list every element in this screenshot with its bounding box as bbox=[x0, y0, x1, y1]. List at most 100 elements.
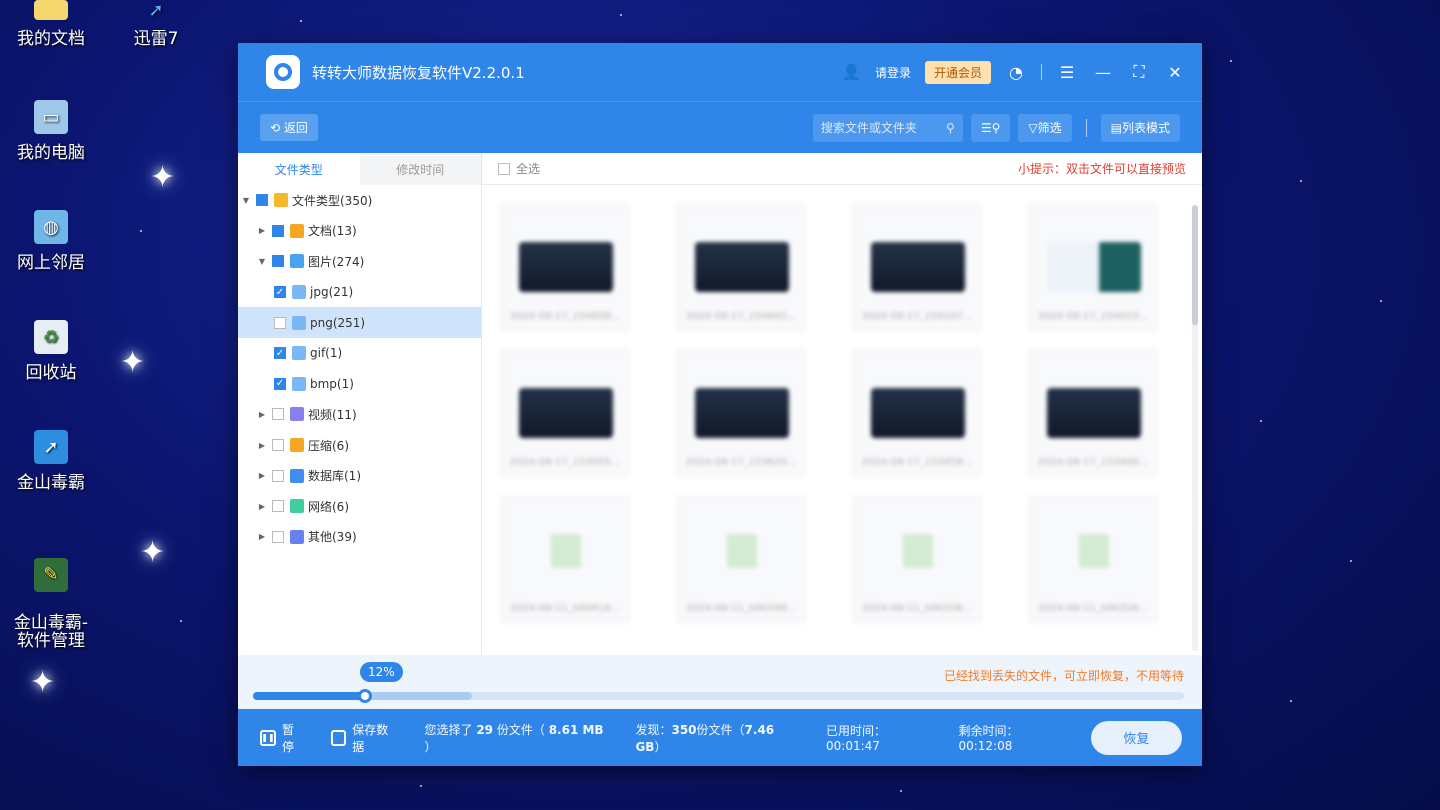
sparkle-icon: ✦ bbox=[120, 345, 146, 380]
close-icon[interactable]: ✕ bbox=[1164, 63, 1186, 82]
tab-file-type[interactable]: 文件类型 bbox=[238, 153, 360, 185]
select-all-checkbox[interactable] bbox=[498, 162, 510, 175]
collapse-arrow-icon[interactable]: ▶ bbox=[256, 471, 268, 480]
support-chat-icon[interactable]: ◔ bbox=[1005, 63, 1027, 82]
desktop-icon-network[interactable]: ◍ 网上邻居 bbox=[1, 210, 101, 273]
save-data-button[interactable]: 保存数据 bbox=[330, 721, 399, 755]
file-name: 2024-09-11_040326... bbox=[1037, 603, 1149, 614]
filter-button[interactable]: ▽ 筛选 bbox=[1018, 113, 1072, 142]
tree-item-checkbox[interactable]: ✓ bbox=[274, 286, 286, 299]
collapse-arrow-icon[interactable]: ▶ bbox=[256, 226, 268, 235]
recover-button[interactable]: 恢复 bbox=[1090, 720, 1182, 755]
collapse-arrow-icon[interactable]: ▶ bbox=[256, 441, 268, 450]
file-card[interactable]: 2024-09-17_153620... bbox=[676, 349, 806, 477]
back-button[interactable]: ⟲ 返回 bbox=[260, 114, 318, 141]
tree-item[interactable]: ✓ bmp(1) bbox=[238, 369, 481, 400]
file-card[interactable]: 2024-09-17_153400... bbox=[1028, 349, 1158, 477]
file-type-icon bbox=[290, 529, 304, 544]
desktop-icon-label: 网上邻居 bbox=[17, 253, 85, 273]
scrollbar-thumb[interactable] bbox=[1192, 205, 1198, 325]
tree-item-checkbox[interactable] bbox=[272, 530, 284, 543]
tree-item-label: 文档(13) bbox=[308, 224, 357, 239]
file-card[interactable]: 2024-09-11_040326... bbox=[1028, 495, 1158, 623]
file-name: 2024-09-17_153400... bbox=[1037, 457, 1149, 468]
file-card[interactable]: 2024-09-17_153955... bbox=[500, 349, 630, 477]
search-icon[interactable]: ⚲ bbox=[946, 121, 955, 135]
expand-arrow-icon[interactable]: ▼ bbox=[240, 196, 252, 205]
file-name: 2024-09-17_154107... bbox=[861, 311, 973, 322]
tree-item-checkbox[interactable] bbox=[272, 439, 284, 452]
scrollbar[interactable] bbox=[1192, 205, 1198, 651]
tree-item[interactable]: ▶ 视频(11) bbox=[238, 399, 481, 430]
tree-item-checkbox[interactable] bbox=[274, 316, 286, 329]
tree-item-checkbox[interactable] bbox=[272, 500, 284, 513]
desktop-icon-my-documents[interactable]: 我的文档 bbox=[1, 0, 101, 49]
file-card[interactable]: 2024-09-17_154023... bbox=[1028, 203, 1158, 331]
tree-item[interactable]: ▶ 网络(6) bbox=[238, 491, 481, 522]
login-link[interactable]: 请登录 bbox=[875, 64, 911, 81]
search-input[interactable]: 搜索文件或文件夹 ⚲ bbox=[812, 113, 963, 142]
collapse-arrow-icon[interactable]: ▶ bbox=[256, 532, 268, 541]
view-mode-button[interactable]: ▤ 列表模式 bbox=[1100, 113, 1180, 142]
file-thumbnail bbox=[519, 388, 613, 438]
vip-button[interactable]: 开通会员 bbox=[924, 60, 991, 84]
file-card[interactable]: 2024-09-17_153458... bbox=[852, 349, 982, 477]
file-name: 2024-09-11_040336... bbox=[861, 603, 973, 614]
sparkle-icon: ✦ bbox=[150, 160, 176, 195]
desktop-icon-my-computer[interactable]: ▭ 我的电脑 bbox=[1, 100, 101, 163]
desktop-icon-recycle-bin[interactable]: ♻ 回收站 bbox=[1, 320, 101, 383]
save-icon bbox=[330, 729, 347, 746]
file-thumbnail bbox=[695, 388, 789, 438]
desktop-icon-kingsoft-manager[interactable]: ✎ 金山毒霸- 软件管理 bbox=[1, 540, 101, 668]
status-bar: ❚❚ 暂停 保存数据 您选择了 29 份文件（ 8.61 MB ） 发现：350… bbox=[238, 709, 1202, 766]
tree-item-checkbox[interactable] bbox=[272, 255, 284, 268]
tree-item-checkbox[interactable] bbox=[272, 224, 284, 237]
tree-item[interactable]: ▶ 数据库(1) bbox=[238, 460, 481, 491]
file-thumbnail bbox=[727, 534, 757, 568]
advanced-search-button[interactable]: ☰⚲ bbox=[970, 113, 1011, 142]
file-thumbnail bbox=[1079, 534, 1109, 568]
maximize-icon[interactable]: ⛶ bbox=[1128, 62, 1150, 82]
file-type-icon bbox=[290, 499, 304, 514]
pause-button[interactable]: ❚❚ 暂停 bbox=[260, 721, 305, 755]
file-thumbnail bbox=[519, 242, 613, 292]
tree-item-checkbox[interactable] bbox=[256, 194, 268, 207]
file-card[interactable]: 2024-09-11_040336... bbox=[852, 495, 982, 623]
tree-item-checkbox[interactable]: ✓ bbox=[274, 377, 286, 390]
collapse-arrow-icon[interactable]: ▶ bbox=[256, 410, 268, 419]
file-type-icon bbox=[290, 223, 304, 238]
tree-item[interactable]: ✓ jpg(21) bbox=[238, 277, 481, 308]
computer-icon: ▭ bbox=[34, 100, 68, 134]
tree-item[interactable]: ▶ 压缩(6) bbox=[238, 430, 481, 461]
expand-arrow-icon[interactable]: ▼ bbox=[256, 257, 268, 266]
desktop-icon-xunlei[interactable]: ➚ 迅雷7 bbox=[106, 0, 206, 49]
tree-item-checkbox[interactable]: ✓ bbox=[274, 347, 286, 360]
file-card[interactable]: 2024-09-11_040416... bbox=[500, 495, 630, 623]
select-all-label[interactable]: 全选 bbox=[516, 160, 540, 177]
desktop-icon-kingsoft[interactable]: ➚ 金山毒霸 bbox=[1, 430, 101, 493]
menu-icon[interactable]: ☰ bbox=[1056, 63, 1078, 82]
found-summary: 发现：350份文件（7.46 GB） bbox=[635, 721, 804, 755]
file-card[interactable]: 2024-09-17_154658... bbox=[500, 203, 630, 331]
tree-item[interactable]: ✓ gif(1) bbox=[238, 338, 481, 369]
tree-item-label: gif(1) bbox=[310, 346, 343, 361]
file-card[interactable]: 2024-09-11_040348... bbox=[676, 495, 806, 623]
tree-item[interactable]: png(251) bbox=[238, 307, 481, 338]
remaining-time: 剩余时间：00:12:08 bbox=[958, 724, 1019, 753]
tree-item[interactable]: ▶ 其他(39) bbox=[238, 522, 481, 553]
user-icon[interactable]: 👤 bbox=[842, 63, 861, 81]
tree-item[interactable]: ▼ 图片(274) bbox=[238, 246, 481, 277]
selected-mid: 份文件（ bbox=[496, 722, 545, 737]
file-card[interactable]: 2024-09-17_154107... bbox=[852, 203, 982, 331]
tab-modified-time[interactable]: 修改时间 bbox=[359, 153, 481, 185]
tree-item[interactable]: ▼ 文件类型(350) bbox=[238, 185, 481, 216]
tree-item-checkbox[interactable] bbox=[272, 469, 284, 482]
tree-item[interactable]: ▶ 文档(13) bbox=[238, 216, 481, 247]
search-placeholder: 搜索文件或文件夹 bbox=[820, 121, 917, 135]
file-card[interactable]: 2024-09-17_154642... bbox=[676, 203, 806, 331]
file-type-icon bbox=[290, 407, 304, 422]
desktop-icon-label: 迅雷7 bbox=[133, 29, 179, 49]
tree-item-checkbox[interactable] bbox=[272, 408, 284, 421]
minimize-icon[interactable]: — bbox=[1092, 63, 1114, 82]
collapse-arrow-icon[interactable]: ▶ bbox=[256, 502, 268, 511]
